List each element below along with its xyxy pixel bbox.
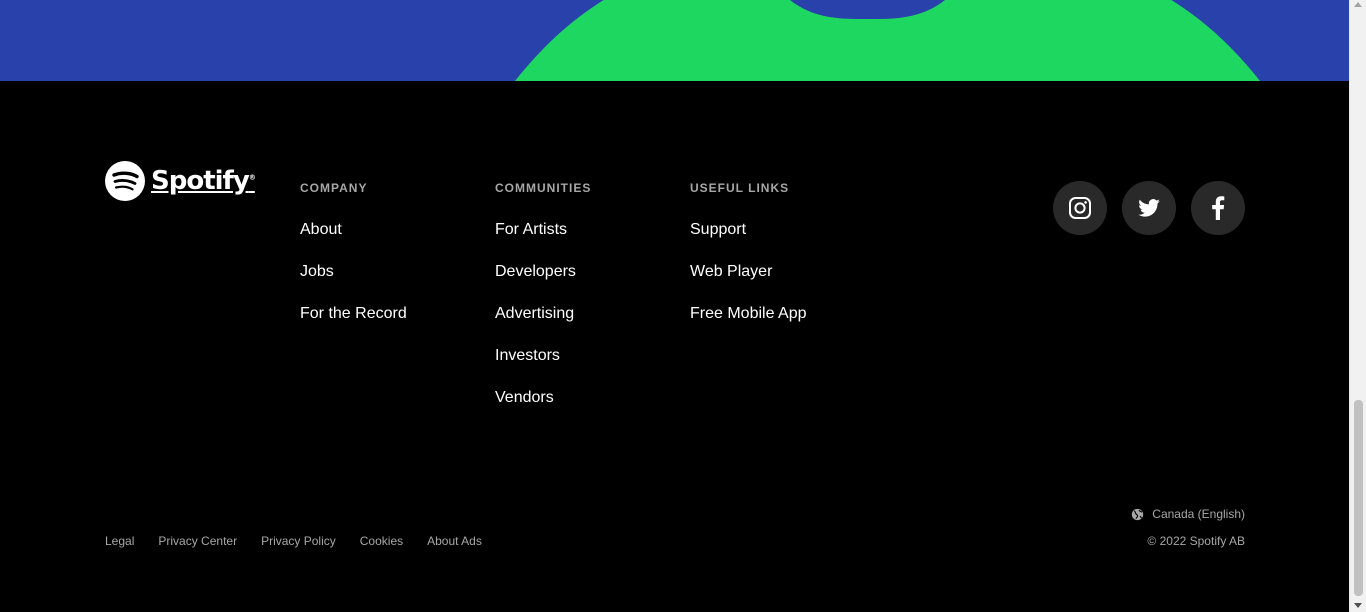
twitter-icon xyxy=(1138,199,1160,217)
footer-link-jobs[interactable]: Jobs xyxy=(300,263,407,281)
facebook-button[interactable] xyxy=(1191,181,1245,235)
column-heading: COMMUNITIES xyxy=(495,181,592,195)
vertical-scrollbar[interactable] xyxy=(1349,0,1366,612)
locale-selector[interactable]: Canada (English) xyxy=(1131,507,1245,521)
footer-link-advertising[interactable]: Advertising xyxy=(495,305,591,323)
column-heading: USEFUL LINKS xyxy=(690,181,790,195)
spotify-logo-icon xyxy=(105,161,145,201)
legal-link-about-ads[interactable]: About Ads xyxy=(427,534,482,548)
legal-link-privacy-center[interactable]: Privacy Center xyxy=(158,534,237,548)
footer-link-developers[interactable]: Developers xyxy=(495,263,591,281)
instagram-button[interactable] xyxy=(1053,181,1107,235)
footer-link-web-player[interactable]: Web Player xyxy=(690,263,807,281)
footer-link-for-artists[interactable]: For Artists xyxy=(495,221,591,239)
footer-link-vendors[interactable]: Vendors xyxy=(495,389,591,407)
scroll-down-arrow[interactable] xyxy=(1354,603,1362,608)
scrollbar-thumb[interactable] xyxy=(1354,400,1363,596)
legal-link-privacy-policy[interactable]: Privacy Policy xyxy=(261,534,336,548)
globe-icon xyxy=(1132,508,1144,520)
footer-link-support[interactable]: Support xyxy=(690,221,807,239)
footer-link-investors[interactable]: Investors xyxy=(495,347,591,365)
locale-label: Canada (English) xyxy=(1152,507,1245,521)
social-links xyxy=(1053,181,1245,235)
footer-link-for-the-record[interactable]: For the Record xyxy=(300,305,407,323)
brand-wordmark: Spotify® xyxy=(151,166,256,196)
footer-link-free-mobile-app[interactable]: Free Mobile App xyxy=(690,305,807,323)
hero-decorative-arc xyxy=(515,0,1260,81)
footer-column-communities: COMMUNITIES For Artists Developers Adver… xyxy=(495,181,591,431)
footer-column-useful-links: USEFUL LINKS Support Web Player Free Mob… xyxy=(690,181,807,347)
twitter-button[interactable] xyxy=(1122,181,1176,235)
footer-column-company: COMPANY About Jobs For the Record xyxy=(300,181,407,347)
facebook-icon xyxy=(1212,196,1225,220)
scroll-up-arrow[interactable] xyxy=(1354,2,1362,7)
copyright-text: © 2022 Spotify AB xyxy=(1147,534,1245,548)
instagram-icon xyxy=(1069,197,1091,219)
legal-link-cookies[interactable]: Cookies xyxy=(360,534,403,548)
column-heading: COMPANY xyxy=(300,181,368,195)
legal-link-legal[interactable]: Legal xyxy=(105,534,134,548)
spotify-logo[interactable]: Spotify® xyxy=(105,161,256,201)
footer-link-about[interactable]: About xyxy=(300,221,407,239)
site-footer: Spotify® COMPANY About Jobs For the Reco… xyxy=(0,81,1349,612)
legal-links: Legal Privacy Center Privacy Policy Cook… xyxy=(105,534,482,548)
hero-banner-bottom xyxy=(0,0,1349,81)
